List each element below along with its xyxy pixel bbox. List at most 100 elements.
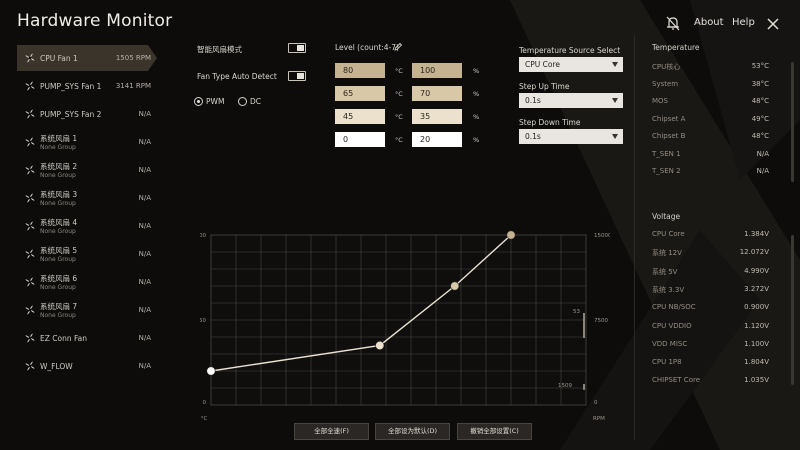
curve-point[interactable] [206, 366, 216, 376]
sensor-name: CPU VDDIO [652, 321, 692, 330]
y2-axis-label: RPM [593, 416, 605, 422]
fan-item[interactable]: 系统风扇 3 None Group N/A [17, 185, 157, 211]
temp-source-value: CPU Core [525, 60, 560, 69]
fan-icon [25, 109, 35, 119]
chevron-down-icon [612, 62, 618, 67]
pwm-label: PWM [206, 97, 225, 106]
sensor-value: 48°C [751, 97, 769, 105]
fan-item[interactable]: PUMP_SYS Fan 1 3141 RPM [17, 73, 157, 99]
fan-item[interactable]: 系统风扇 7 None Group N/A [17, 297, 157, 323]
dc-radio[interactable] [238, 97, 247, 106]
sensor-value: 1.035V [744, 376, 769, 385]
fan-speed: N/A [138, 306, 151, 314]
sensor-value: 1.120V [744, 321, 769, 330]
y2-tick-label: 7500 [594, 318, 608, 324]
fan-name: PUMP_SYS Fan 2 [40, 110, 102, 119]
dc-label: DC [250, 97, 262, 106]
sensor-value: 4.990V [744, 266, 769, 275]
fan-group: None Group [40, 228, 76, 235]
sensor-name: CPU NB/SOC [652, 303, 696, 312]
fan-item[interactable]: EZ Conn Fan N/A [17, 325, 157, 351]
level-temp-input[interactable]: 45 [335, 109, 385, 124]
fan-icon [25, 333, 35, 343]
sensor-name: VDD MISC [652, 339, 688, 348]
y2-tick-label: 0 [594, 400, 598, 406]
toggle-knob [297, 73, 304, 79]
fan-speed: N/A [138, 278, 151, 286]
fan-icon [25, 165, 35, 175]
sensor-value: N/A [756, 149, 769, 158]
percent-unit: % [473, 90, 480, 98]
fan-item[interactable]: 系统风扇 5 None Group N/A [17, 241, 157, 267]
fan-item[interactable]: PUMP_SYS Fan 2 N/A [17, 101, 157, 127]
auto-detect-toggle[interactable] [288, 71, 306, 81]
fan-item[interactable]: 系统风扇 6 None Group N/A [17, 269, 157, 295]
fan-item[interactable]: 系统风扇 2 None Group N/A [17, 157, 157, 183]
sensor-value: N/A [756, 167, 769, 175]
sensor-name: 系统 5V [652, 267, 678, 276]
cancel-all-button[interactable]: 撤销全部设置(C) [457, 423, 532, 440]
temp-unit: °C [395, 90, 403, 98]
help-link[interactable]: Help [732, 17, 755, 28]
level-temp-input[interactable]: 0 [335, 132, 385, 147]
fan-item[interactable]: CPU Fan 1 1505 RPM [17, 45, 157, 71]
curve-point[interactable] [450, 281, 460, 291]
fan-icon [25, 81, 35, 91]
fan-name: CPU Fan 1 [40, 54, 78, 63]
curve-point[interactable] [375, 341, 385, 351]
step-down-select[interactable]: 0.1s [519, 129, 623, 144]
sensor-value: 12.072V [739, 248, 769, 257]
fan-name: 系统风扇 6 [40, 274, 78, 283]
fan-speed: N/A [138, 334, 151, 342]
sensor-name: Chipset B [652, 132, 686, 140]
full-speed-all-button[interactable]: 全部全速(F) [294, 423, 369, 440]
close-icon[interactable] [765, 16, 781, 32]
level-speed-input[interactable]: 70 [412, 86, 462, 101]
current-temp-label: 53 [573, 309, 580, 315]
sensor-name: MOS [652, 97, 668, 105]
toggle-knob [297, 45, 304, 51]
curve-point[interactable] [506, 230, 516, 240]
level-speed-input[interactable]: 35 [412, 109, 462, 124]
level-temp-input[interactable]: 65 [335, 86, 385, 101]
about-link[interactable]: About [694, 17, 724, 28]
y2-tick-label: 15000 [594, 233, 610, 239]
step-down-label: Step Down Time [519, 118, 581, 127]
fan-icon [25, 361, 35, 371]
fan-item[interactable]: 系统风扇 1 None Group N/A [17, 129, 157, 155]
level-speed-input[interactable]: 20 [412, 132, 462, 147]
pwm-radio[interactable] [194, 97, 203, 106]
temp-source-label: Temperature Source Select [519, 46, 621, 55]
temperature-scrollbar[interactable] [791, 62, 794, 182]
fan-name: 系统风扇 3 [40, 190, 78, 199]
smart-mode-label: 智能风扇模式 [197, 45, 242, 54]
fan-item[interactable]: 系统风扇 4 None Group N/A [17, 213, 157, 239]
percent-unit: % [473, 136, 480, 144]
fan-speed: N/A [138, 362, 151, 370]
level-temp-input[interactable]: 80 [335, 63, 385, 78]
notification-off-icon[interactable] [664, 15, 682, 31]
fan-name: 系统风扇 5 [40, 246, 78, 255]
x-axis-unit: °C [201, 416, 208, 422]
fan-name: W_FLOW [40, 362, 73, 371]
sensor-value: 38°C [751, 79, 769, 88]
step-up-select[interactable]: 0.1s [519, 93, 623, 108]
fan-group: None Group [40, 312, 76, 319]
temp-source-select[interactable]: CPU Core [519, 57, 623, 72]
sensor-value: 3.272V [744, 284, 769, 293]
chevron-down-icon [612, 98, 618, 103]
sensor-value: 1.804V [744, 358, 769, 367]
smart-mode-toggle[interactable] [288, 43, 306, 53]
level-title: Level (count:4-7) [335, 43, 399, 52]
edit-pencil-icon[interactable] [393, 42, 403, 52]
level-speed-input[interactable]: 100 [412, 63, 462, 78]
fan-item[interactable]: W_FLOW N/A [17, 353, 157, 379]
voltage-scrollbar[interactable] [791, 235, 794, 385]
fan-icon [25, 305, 35, 315]
sensor-value: 0.900V [744, 303, 769, 312]
fan-group: None Group [40, 172, 76, 179]
fan-speed: 3141 RPM [115, 82, 151, 90]
auto-detect-label: Fan Type Auto Detect [197, 72, 277, 81]
set-default-all-button[interactable]: 全部设为默认(D) [375, 423, 450, 440]
fan-curve-chart[interactable]: 100 50 0 15000 7500 0 °C RPM 53 1509 [200, 228, 610, 428]
